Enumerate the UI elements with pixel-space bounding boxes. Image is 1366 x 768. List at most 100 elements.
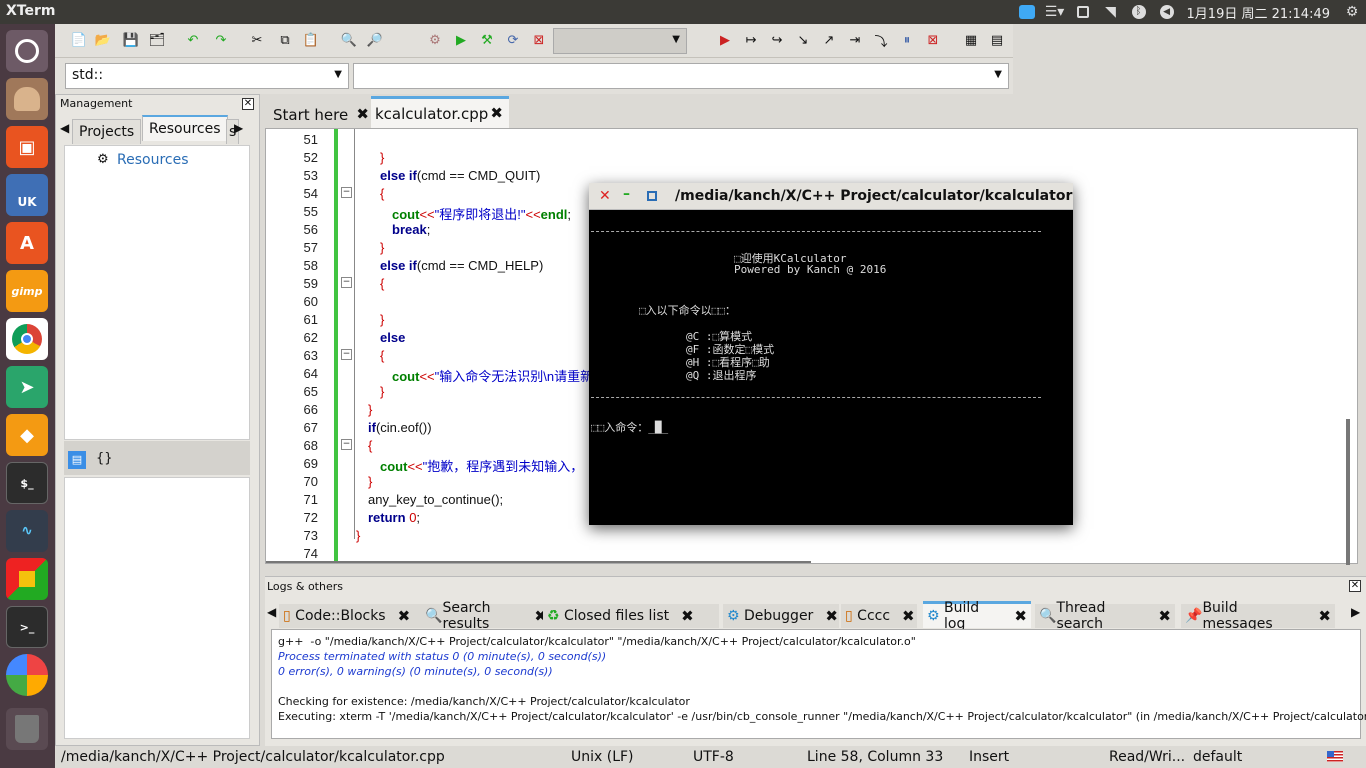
audio-icon[interactable]: ∿ [6,510,48,552]
tab-scroll-left-icon[interactable]: ◀ [267,605,276,619]
debug-windows-icon[interactable]: ▦ [961,30,981,50]
tab-debugger[interactable]: ⚙ Debugger ✖ [723,604,839,628]
pause-icon[interactable]: ⏸ [897,30,917,50]
cube-icon[interactable] [6,558,48,600]
tab-thread-search[interactable]: 🔍 Thread search ✖ [1035,600,1175,632]
fold-marker-icon[interactable]: − [341,439,352,450]
trash-icon[interactable] [6,708,48,750]
fold-marker-icon[interactable]: − [341,187,352,198]
close-tab-icon[interactable]: ✖ [902,607,915,625]
paste-icon[interactable]: 📋 [301,30,321,50]
next-line-icon[interactable]: ↪ [767,30,787,50]
tab-build-log[interactable]: ⚙ Build log ✖ [923,600,1031,632]
close-tab-icon[interactable]: ✖ [1014,607,1027,625]
app-store-icon[interactable]: A [6,222,48,264]
terminal2-icon[interactable]: >_ [6,606,48,648]
xterm-titlebar[interactable]: ✕ – /media/kanch/X/C++ Project/calculato… [589,183,1073,210]
tab-codeblocks[interactable]: ▯ Code::Blocks ✖ [279,604,421,628]
terminal-output[interactable]: ⬚迎使用KCalculator Powered by Kanch @ 2016 … [589,210,1073,525]
logs-panel: Logs & others ✕ ◀ ▯ Code::Blocks ✖ 🔍 Searc… [265,576,1366,746]
close-tab-icon[interactable]: ✖ [681,607,694,625]
power-gear-icon[interactable]: ⚙ [1341,0,1363,24]
close-tab-icon[interactable]: ✖ [490,104,503,122]
step-into-icon[interactable]: ↘ [793,30,813,50]
redo-icon[interactable]: ↷ [211,30,231,50]
software-center-icon[interactable]: ▣ [6,126,48,168]
build-log-output[interactable]: g++ -o "/media/kanch/X/C++ Project/calcu… [271,629,1366,739]
tab-start-here[interactable]: Start here ✖ [269,100,369,128]
save-all-icon[interactable]: 🗂 [147,30,167,50]
fold-line [354,129,355,539]
run-to-cursor-icon[interactable]: ↦ [741,30,761,50]
fold-marker-icon[interactable]: − [341,349,352,360]
vertical-scrollbar[interactable] [1346,419,1350,565]
tab-scroll-right-icon[interactable]: ▶ [1351,605,1360,619]
keyboard-layout-icon[interactable]: ☰▾ [1044,0,1066,24]
bluetooth-icon[interactable]: ᛒ [1128,0,1150,24]
xterm-window[interactable]: ✕ – /media/kanch/X/C++ Project/calculato… [589,183,1073,525]
uk-icon[interactable]: UK [6,174,48,216]
list-view-icon[interactable]: ▤ [68,451,86,469]
ubuntu-logo-icon[interactable] [6,30,48,72]
replace-icon[interactable]: 🔎 [365,30,385,50]
step-out-icon[interactable]: ↗ [819,30,839,50]
tab-search-results[interactable]: 🔍 Search results ✖ [421,600,551,632]
abort-icon[interactable]: ⊠ [529,30,549,50]
window-square-icon[interactable] [1072,0,1094,24]
build-gear-icon[interactable]: ⚙ [425,30,445,50]
telegram-icon[interactable]: ➤ [6,366,48,408]
wifi-icon[interactable]: ◥ [1100,0,1122,24]
new-file-icon[interactable]: 📄 [69,30,89,50]
volume-icon[interactable]: ◀ [1156,0,1178,24]
stop-debug-icon[interactable]: ⊠ [923,30,943,50]
tab-scroll-right-icon[interactable]: ▶ [234,121,243,135]
input-method-icon[interactable] [1016,0,1038,24]
settings-icon[interactable]: ◆ [6,414,48,456]
next-instruction-icon[interactable]: ⇥ [845,30,865,50]
undo-icon[interactable]: ↶ [183,30,203,50]
chrome-icon[interactable] [6,318,48,360]
cut-icon[interactable]: ✂ [247,30,267,50]
tab-closed-files[interactable]: ♻ Closed files list ✖ [543,604,719,628]
close-icon[interactable]: ✕ [242,98,254,110]
tab-build-messages[interactable]: 📌 Build messages ✖ [1181,600,1335,632]
symbols-braces-label[interactable]: {} [96,451,113,466]
code-completion-toolbar: std:: ▼ ▼ [55,58,1013,94]
function-select[interactable]: ▼ [353,63,1009,89]
close-icon[interactable]: ✕ [1349,580,1361,592]
find-icon[interactable]: 🔍 [339,30,359,50]
close-tab-icon[interactable]: ✖ [1318,607,1331,625]
close-tab-icon[interactable]: ✖ [398,607,411,625]
build-run-icon[interactable]: ⚒ [477,30,497,50]
close-tab-icon[interactable]: ✖ [356,105,369,123]
rebuild-icon[interactable]: ⟳ [503,30,523,50]
tab-kcalculator[interactable]: kcalculator.cpp ✖ [371,96,509,128]
horizontal-scrollbar[interactable] [266,561,811,563]
build-target-select[interactable]: ▼ [553,28,687,54]
close-tab-icon[interactable]: ✖ [825,607,838,625]
maximize-window-icon[interactable] [647,191,657,201]
save-icon[interactable]: 💾 [121,30,141,50]
tab-scroll-left-icon[interactable]: ◀ [60,121,69,135]
tab-cccc[interactable]: ▯ Cccc ✖ [841,604,917,628]
step-instruction-icon[interactable]: ⤵ [871,30,891,50]
minimize-window-icon[interactable]: – [623,186,630,202]
tab-resources[interactable]: Resources [142,115,228,141]
debug-start-icon[interactable]: ▶ [715,30,735,50]
code-line-58: else if(cmd == CMD_HELP) [380,258,544,273]
gimp-icon[interactable]: gimp [6,270,48,312]
tree-item-resources[interactable]: Resources [117,152,189,168]
photos-icon[interactable] [6,654,48,696]
run-icon[interactable]: ▶ [451,30,471,50]
terminal-icon[interactable]: $_ [6,462,48,504]
close-tab-icon[interactable]: ✖ [1158,607,1171,625]
files-icon[interactable] [6,78,48,120]
close-window-icon[interactable]: ✕ [599,188,611,204]
debug-info-icon[interactable]: ▤ [987,30,1007,50]
copy-icon[interactable]: ⧉ [275,30,295,50]
tab-projects[interactable]: Projects [72,119,142,144]
open-file-icon[interactable]: 📂 [93,30,113,50]
clock[interactable]: 1月19日 周二 21:14:49 [1187,3,1330,22]
scope-select[interactable]: std:: ▼ [65,63,349,89]
fold-marker-icon[interactable]: − [341,277,352,288]
